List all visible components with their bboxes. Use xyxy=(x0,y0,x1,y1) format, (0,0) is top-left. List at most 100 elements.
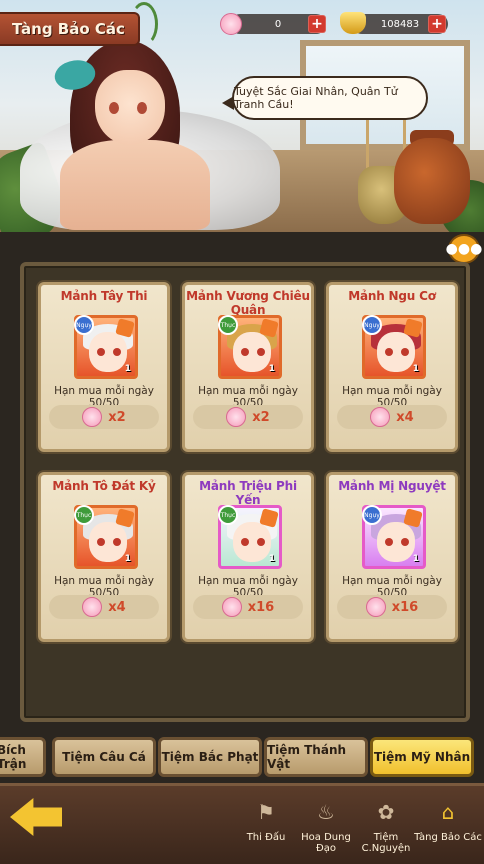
portrait-eye xyxy=(385,348,393,356)
price-button[interactable]: x4 xyxy=(337,405,447,429)
chat-bubble-icon: ●●● xyxy=(445,241,483,257)
faction-badge: Ngụy xyxy=(74,315,94,335)
shop-tab[interactable]: Tiệm Bắc Phạt xyxy=(158,737,262,777)
gold-ingot-icon xyxy=(340,12,366,34)
fragment-count: 1 xyxy=(124,364,131,374)
price-button[interactable]: x16 xyxy=(193,595,303,619)
add-blossom-button[interactable]: + xyxy=(308,15,326,33)
lotus-icon: ✿ xyxy=(377,800,395,824)
portrait-face xyxy=(89,332,127,372)
pagoda-icon: ⌂ xyxy=(441,800,455,824)
fragment-count: 1 xyxy=(268,554,275,564)
page-title: Tàng Bảo Các xyxy=(0,12,140,46)
shop-item-card[interactable]: Mảnh Vương Chiêu Quân 1 Thục Hạn mua mỗi… xyxy=(182,282,314,452)
faction-badge: Thục xyxy=(218,505,238,525)
fragment-count: 1 xyxy=(412,554,419,564)
character-eye-left xyxy=(109,102,119,114)
shop-item-card[interactable]: Mảnh Tô Đát Kỷ 1 Thục Hạn mua mỗi ngày 5… xyxy=(38,472,170,642)
faction-label: Ngụy xyxy=(364,511,380,519)
bottom-nav-item[interactable]: ⌂ Tàng Bảo Các xyxy=(414,788,482,858)
portrait-eye xyxy=(401,538,409,546)
portrait-face xyxy=(377,522,415,562)
character-body xyxy=(60,140,210,230)
price-amount: x16 xyxy=(247,599,275,615)
shop-item-card[interactable]: Mảnh Triệu Phi Yến 1 Thục Hạn mua mỗi ng… xyxy=(182,472,314,642)
shop-item-card[interactable]: Mảnh Ngu Cơ 1 Ngụy Hạn mua mỗi ngày 50/5… xyxy=(326,282,458,452)
portrait-eye xyxy=(97,538,105,546)
fragment-count: 1 xyxy=(124,554,131,564)
shop-tab[interactable]: Tiệm Thánh Vật xyxy=(264,737,368,777)
item-name: Mảnh Triệu Phi Yến xyxy=(199,479,297,507)
portrait-eye xyxy=(241,538,249,546)
portrait-eye xyxy=(113,348,121,356)
shop-tab[interactable]: Bích Trận xyxy=(0,737,46,777)
page-title-text: Tàng Bảo Các xyxy=(12,20,125,38)
fragment-count: 1 xyxy=(412,364,419,374)
bottom-nav-item[interactable]: ♨ Hoa Dung Đạo xyxy=(296,788,356,858)
portrait-eye xyxy=(385,538,393,546)
portrait-face xyxy=(233,332,271,372)
flame-icon: ♨ xyxy=(317,800,335,824)
bottom-nav-item[interactable]: ⚑ Thi Đấu xyxy=(236,788,296,858)
blossom-icon xyxy=(221,597,242,617)
portrait-eye xyxy=(241,348,249,356)
blossom-icon xyxy=(82,597,103,617)
faction-badge: Thục xyxy=(74,505,94,525)
price-button[interactable]: x2 xyxy=(49,405,159,429)
price-amount: x2 xyxy=(108,409,126,425)
speech-text: Tuyệt Sắc Giai Nhân, Quân Tử Tranh Cầu! xyxy=(234,85,398,111)
portrait-eye xyxy=(401,348,409,356)
speech-bubble: Tuyệt Sắc Giai Nhân, Quân Tử Tranh Cầu! xyxy=(222,76,428,120)
shop-tab[interactable]: Tiệm Câu Cá xyxy=(52,737,156,777)
blossom-icon xyxy=(226,407,247,427)
shop-tab-label: Tiệm Thánh Vật xyxy=(267,743,347,771)
portrait-eye xyxy=(257,538,265,546)
plus-icon: + xyxy=(311,16,323,32)
price-amount: x4 xyxy=(108,599,126,615)
item-name: Mảnh Vương Chiêu Quân xyxy=(186,289,310,317)
shop-tab-label: Tiệm Mỹ Nhân xyxy=(373,750,471,764)
plus-icon: + xyxy=(431,16,443,32)
character-face xyxy=(95,70,165,145)
banner-icon: ⚑ xyxy=(257,800,275,824)
portrait-eye xyxy=(113,538,121,546)
shop-tab-label: Tiệm Câu Cá xyxy=(62,750,146,764)
shop-tab-label: Bích Trận xyxy=(0,743,27,771)
faction-label: Thục xyxy=(220,511,236,519)
bottom-nav-label: Tàng Bảo Các xyxy=(414,832,482,843)
blossom-icon xyxy=(365,597,386,617)
portrait-eye xyxy=(257,348,265,356)
fragment-count: 1 xyxy=(268,364,275,374)
price-amount: x16 xyxy=(391,599,419,615)
item-name: Mảnh Tô Đát Kỷ xyxy=(52,479,156,493)
bottom-nav-item[interactable]: ✿ Tiệm C.Nguyện xyxy=(356,788,416,858)
item-name: Mảnh Ngu Cơ xyxy=(348,289,436,303)
item-name: Mảnh Tây Thi xyxy=(60,289,148,303)
portrait-eye xyxy=(97,348,105,356)
faction-badge: Thục xyxy=(218,315,238,335)
price-amount: x4 xyxy=(396,409,414,425)
blossom-currency-value: 0 xyxy=(274,18,282,30)
portrait-face xyxy=(89,522,127,562)
price-button[interactable]: x4 xyxy=(49,595,159,619)
shop-item-card[interactable]: Mảnh Tây Thi 1 Ngụy Hạn mua mỗi ngày 50/… xyxy=(38,282,170,452)
clay-pot xyxy=(394,138,470,224)
price-button[interactable]: x2 xyxy=(193,405,303,429)
character-eye-right xyxy=(137,102,147,114)
price-button[interactable]: x16 xyxy=(337,595,447,619)
shop-tab-label: Tiệm Bắc Phạt xyxy=(161,750,259,764)
shop-tab[interactable]: Tiệm Mỹ Nhân xyxy=(370,737,474,777)
chat-button[interactable]: ●●● xyxy=(445,234,483,264)
gold-currency-value: 108483 xyxy=(380,18,420,30)
add-gold-button[interactable]: + xyxy=(428,15,446,33)
faction-label: Thục xyxy=(76,511,92,519)
blossom-icon xyxy=(370,407,391,427)
blossom-icon xyxy=(220,13,242,35)
faction-label: Ngụy xyxy=(364,321,380,329)
vine-decoration xyxy=(130,2,158,46)
faction-label: Ngụy xyxy=(76,321,92,329)
faction-badge: Ngụy xyxy=(362,505,382,525)
portrait-face xyxy=(377,332,415,372)
item-name: Mảnh Mị Nguyệt xyxy=(338,479,446,493)
shop-item-card[interactable]: Mảnh Mị Nguyệt 1 Ngụy Hạn mua mỗi ngày 5… xyxy=(326,472,458,642)
